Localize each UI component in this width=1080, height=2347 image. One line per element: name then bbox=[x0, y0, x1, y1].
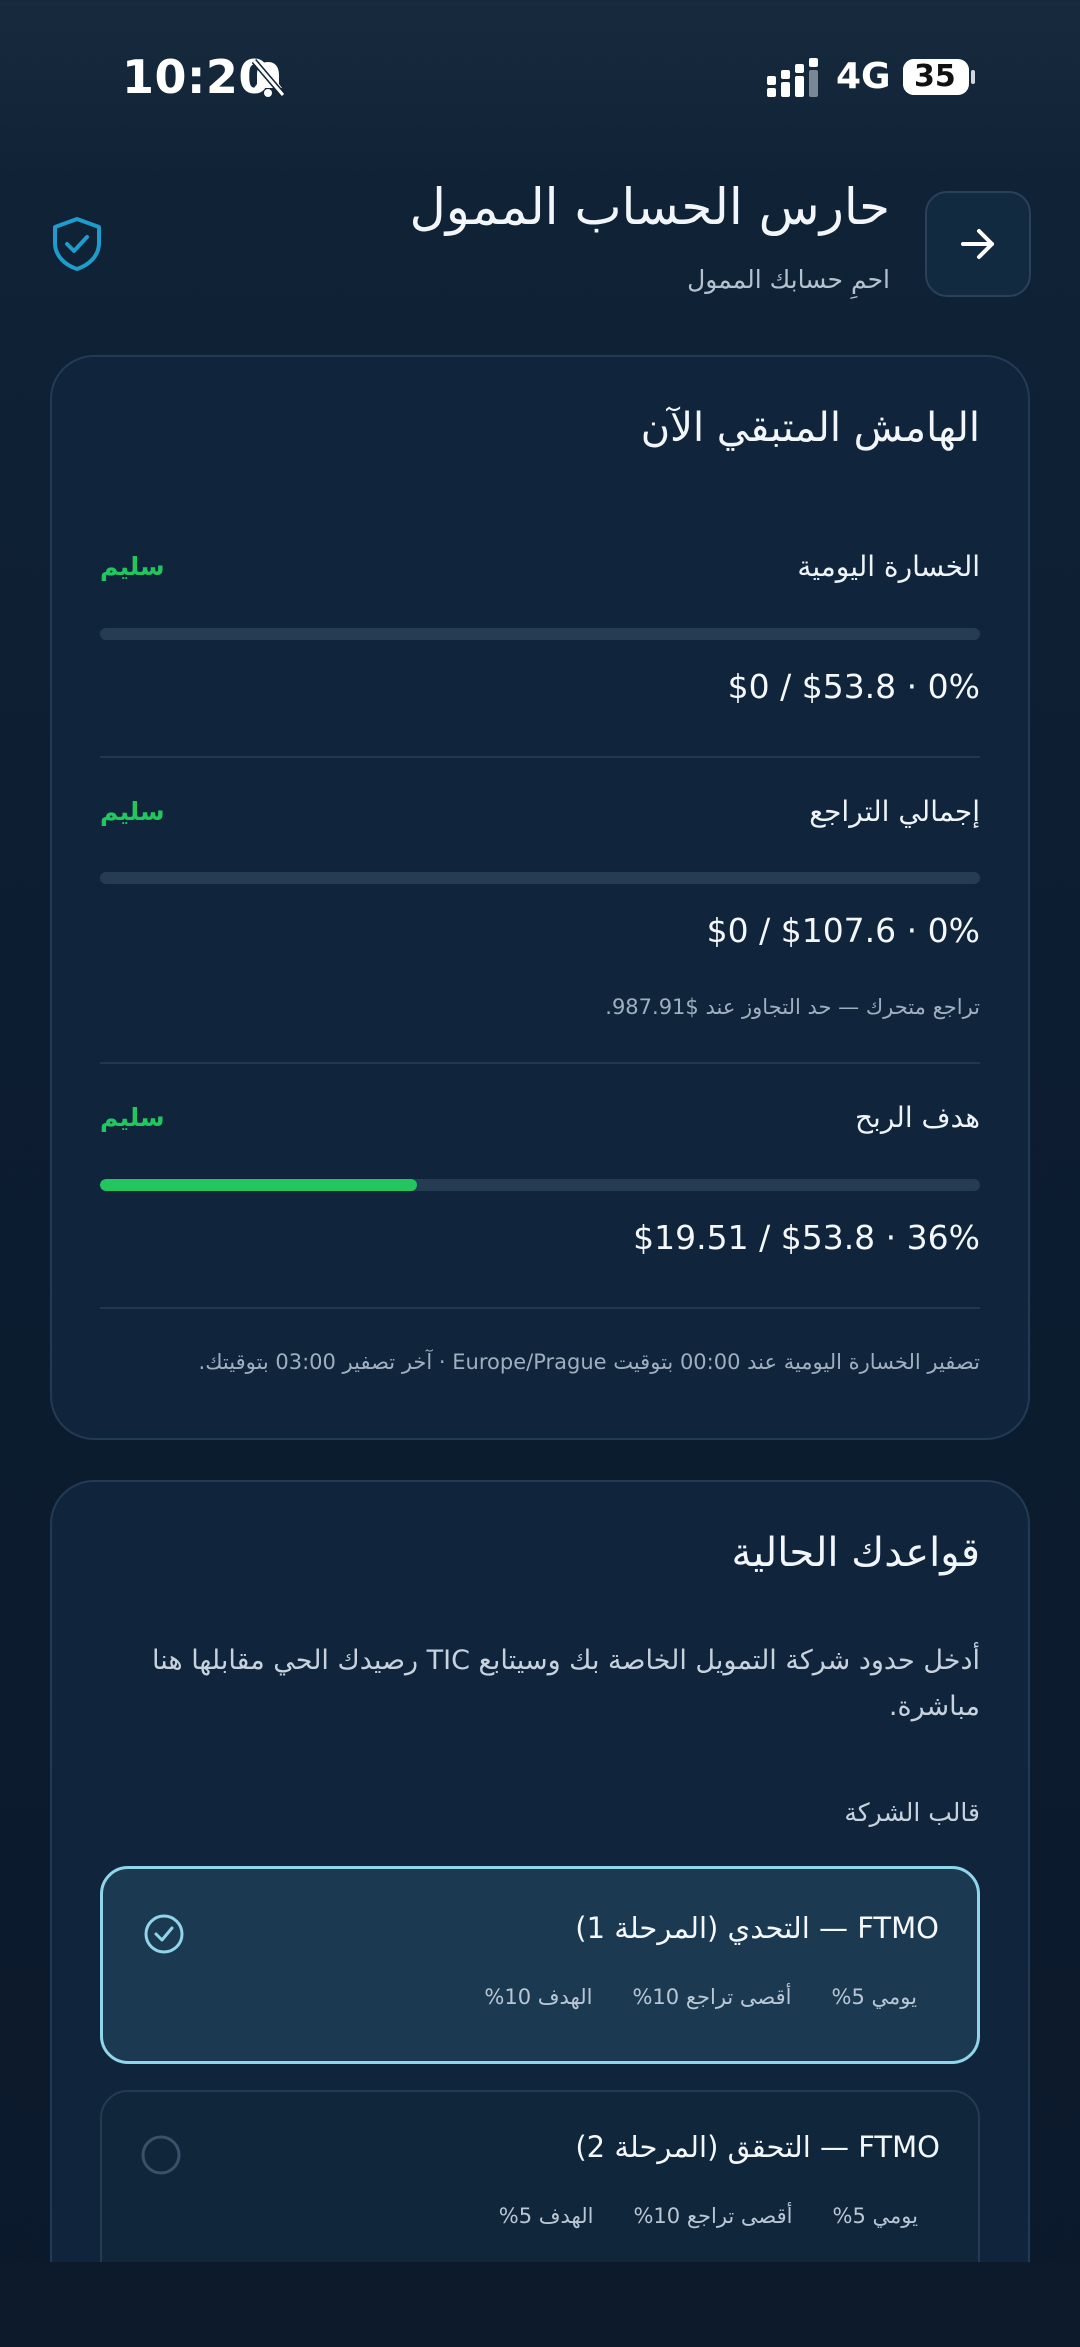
battery-indicator: 35 bbox=[902, 58, 976, 96]
bell-muted-icon bbox=[251, 59, 286, 97]
template-target: الهدف 5% bbox=[498, 2204, 594, 2228]
template-max-drawdown: أقصى تراجع 10% bbox=[633, 2204, 793, 2228]
profit-target-progress-fill bbox=[100, 1179, 417, 1191]
bottom-safe-area bbox=[0, 2262, 1080, 2347]
profit-target-progress-track bbox=[100, 1179, 980, 1191]
template-title: FTMO — التحدي (المرحلة 1) bbox=[575, 1911, 939, 1945]
template-title: FTMO — التحقق (المرحلة 2) bbox=[575, 2130, 940, 2164]
divider bbox=[100, 1062, 980, 1064]
total-drawdown-status-badge: سليم bbox=[100, 797, 165, 826]
page-title: حارس الحساب الممول bbox=[409, 178, 890, 236]
divider bbox=[100, 1307, 980, 1309]
back-button[interactable] bbox=[925, 191, 1031, 297]
status-time: 10:20 bbox=[122, 50, 271, 104]
profit-target-value: $19.51 / $53.8 · 36% bbox=[633, 1218, 980, 1257]
profit-target-label: هدف الربح bbox=[854, 1101, 980, 1134]
template-target: الهدف 10% bbox=[484, 1985, 593, 2009]
template-daily: يومي 5% bbox=[832, 2204, 918, 2228]
template-max-drawdown: أقصى تراجع 10% bbox=[632, 1985, 792, 2009]
total-drawdown-label: إجمالي التراجع bbox=[809, 795, 980, 828]
profit-target-status-badge: سليم bbox=[100, 1103, 165, 1132]
daily-reset-note: تصفير الخسارة اليومية عند 00:00 بتوقيت E… bbox=[198, 1350, 980, 1374]
margin-card bbox=[50, 355, 1030, 1440]
page-subtitle: احمِ حسابك الممول bbox=[687, 265, 890, 294]
battery-level: 35 bbox=[914, 59, 956, 94]
network-type: 4G bbox=[836, 56, 891, 97]
daily-loss-label: الخسارة اليومية bbox=[797, 550, 980, 583]
template-meta: يومي 5% أقصى تراجع 10% الهدف 10% bbox=[484, 1985, 917, 2009]
daily-loss-status-badge: سليم bbox=[100, 552, 165, 581]
arrow-right-icon bbox=[961, 229, 994, 259]
divider bbox=[100, 756, 980, 758]
daily-loss-progress-track bbox=[100, 628, 980, 640]
template-section-label: قالب الشركة bbox=[844, 1798, 980, 1827]
radio-empty-icon bbox=[141, 2135, 181, 2175]
template-option-ftmo-phase1[interactable]: FTMO — التحدي (المرحلة 1) يومي 5% أقصى ت… bbox=[100, 1866, 980, 2064]
signal-icon bbox=[767, 58, 818, 97]
trailing-drawdown-note: تراجع متحرك — حد التجاوز عند $987.91. bbox=[605, 995, 980, 1019]
shield-check-icon bbox=[50, 216, 104, 272]
rules-description: أدخل حدود شركة التمويل الخاصة بك وسيتابع… bbox=[152, 1645, 980, 1722]
margin-card-title: الهامش المتبقي الآن bbox=[640, 405, 980, 451]
template-daily: يومي 5% bbox=[831, 1985, 917, 2009]
template-meta: يومي 5% أقصى تراجع 10% الهدف 5% bbox=[499, 2204, 918, 2228]
daily-loss-value: $0 / $53.8 · 0% bbox=[727, 667, 980, 706]
rules-card-title: قواعدك الحالية bbox=[731, 1530, 980, 1576]
total-drawdown-value: $0 / $107.6 · 0% bbox=[706, 911, 980, 950]
check-circle-icon bbox=[144, 1914, 184, 1954]
total-drawdown-progress-track bbox=[100, 872, 980, 884]
